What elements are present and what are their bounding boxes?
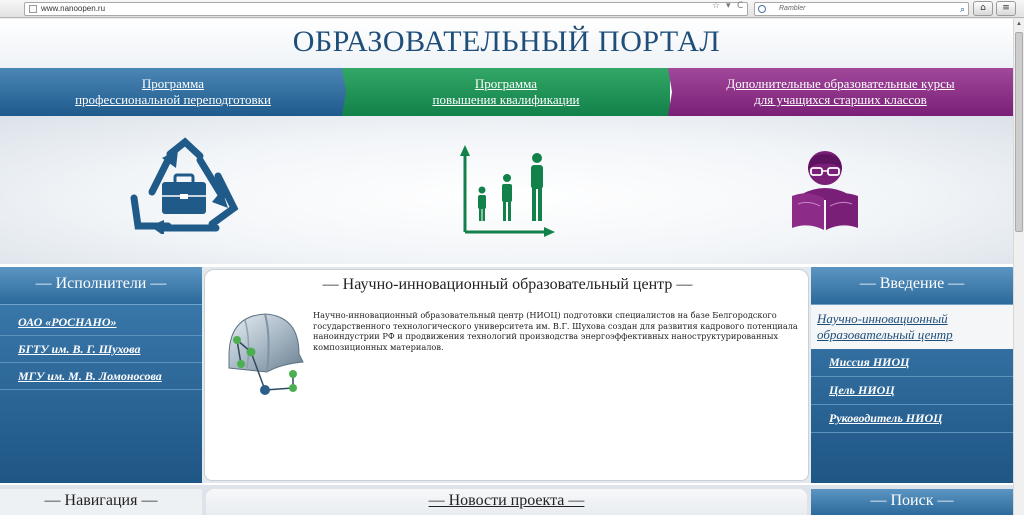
bookmark-star-icon[interactable]: ☆ [712, 0, 720, 13]
browser-toolbar: www.nanoopen.ru ☆ ▾ C Rambler ⌕ ⌂ ≡ [0, 0, 1024, 18]
briefcase-recycle-icon[interactable] [130, 136, 240, 234]
intro-link-director[interactable]: Руководитель НИОЦ [811, 405, 1013, 433]
search-field[interactable]: Rambler ⌕ [754, 2, 969, 16]
search-placeholder: Rambler [779, 5, 806, 12]
tab-professional-retraining-link[interactable]: Программа профессиональной переподготовк… [75, 76, 271, 108]
page-scrollbar[interactable]: ▲ [1013, 19, 1024, 515]
search-icon[interactable]: ⌕ [960, 3, 965, 15]
tab-school-courses[interactable]: Дополнительные образовательные курсы для… [668, 68, 1013, 116]
tab-qualification-upgrade-link[interactable]: Программа повышения квалификации [432, 76, 579, 108]
site-header: ОБРАЗОВАТЕЛЬНЫЙ ПОРТАЛ [0, 19, 1013, 69]
intro-link-mission[interactable]: Миссия НИОЦ [811, 349, 1013, 377]
address-text: www.nanoopen.ru [41, 4, 106, 13]
introduction-panel: — Введение — Научно-инновационный образо… [811, 267, 1013, 483]
scrollbar-thumb[interactable] [1015, 32, 1023, 232]
main-content: — Научно-инновационный образовательный ц… [202, 267, 811, 483]
program-tabs: Программа профессиональной переподготовк… [0, 68, 1013, 116]
executor-link-bgtu[interactable]: БГТУ им. В. Г. Шухова [0, 336, 202, 363]
executor-link-rosnano[interactable]: ОАО «РОСНАНО» [0, 305, 202, 336]
program-banner [0, 116, 1013, 264]
executors-heading: — Исполнители — [0, 267, 202, 305]
tab-qualification-upgrade[interactable]: Программа повышения квалификации [342, 68, 670, 116]
tab-professional-retraining[interactable]: Программа профессиональной переподготовк… [0, 68, 346, 116]
introduction-heading: — Введение — [811, 267, 1013, 305]
intro-link-goal[interactable]: Цель НИОЦ [811, 377, 1013, 405]
career-growth-icon[interactable] [458, 144, 558, 238]
bookmarks-menu-button[interactable]: ≡ [996, 1, 1016, 16]
student-reading-icon[interactable] [788, 150, 862, 232]
content-title: — Научно-инновационный образовательный ц… [322, 276, 693, 293]
home-button[interactable]: ⌂ [973, 1, 993, 16]
intro-link-center-active[interactable]: Научно-инновационный образовательный цен… [811, 305, 1013, 349]
content-text: Научно-инновационный образовательный цен… [313, 310, 798, 352]
executors-panel: — Исполнители — ОАО «РОСНАНО» БГТУ им. В… [0, 267, 202, 483]
page: ОБРАЗОВАТЕЛЬНЫЙ ПОРТАЛ Программа професс… [0, 19, 1013, 515]
nano-helmet-icon [228, 313, 304, 395]
news-heading-link[interactable]: — Новости проекта — [429, 492, 585, 509]
tab-school-courses-link[interactable]: Дополнительные образовательные курсы для… [726, 76, 954, 108]
scroll-up-arrow-icon[interactable]: ▲ [1016, 21, 1022, 27]
page-icon [29, 5, 37, 13]
content-card: — Научно-инновационный образовательный ц… [204, 269, 809, 481]
news-heading: — Новости проекта — [206, 489, 807, 515]
bottom-section-headers: — Навигация — — Новости проекта — — Поис… [0, 485, 1013, 515]
reload-icon[interactable]: C [737, 0, 743, 13]
executor-link-mgu[interactable]: МГУ им. М. В. Ломоносова [0, 363, 202, 390]
address-bar[interactable]: www.nanoopen.ru [24, 2, 748, 16]
search-heading: — Поиск — [811, 489, 1013, 515]
search-engine-icon[interactable] [758, 5, 766, 13]
site-title: ОБРАЗОВАТЕЛЬНЫЙ ПОРТАЛ [292, 25, 721, 58]
navigation-heading: — Навигация — [0, 489, 202, 515]
history-dropdown-icon[interactable]: ▾ [726, 0, 731, 13]
